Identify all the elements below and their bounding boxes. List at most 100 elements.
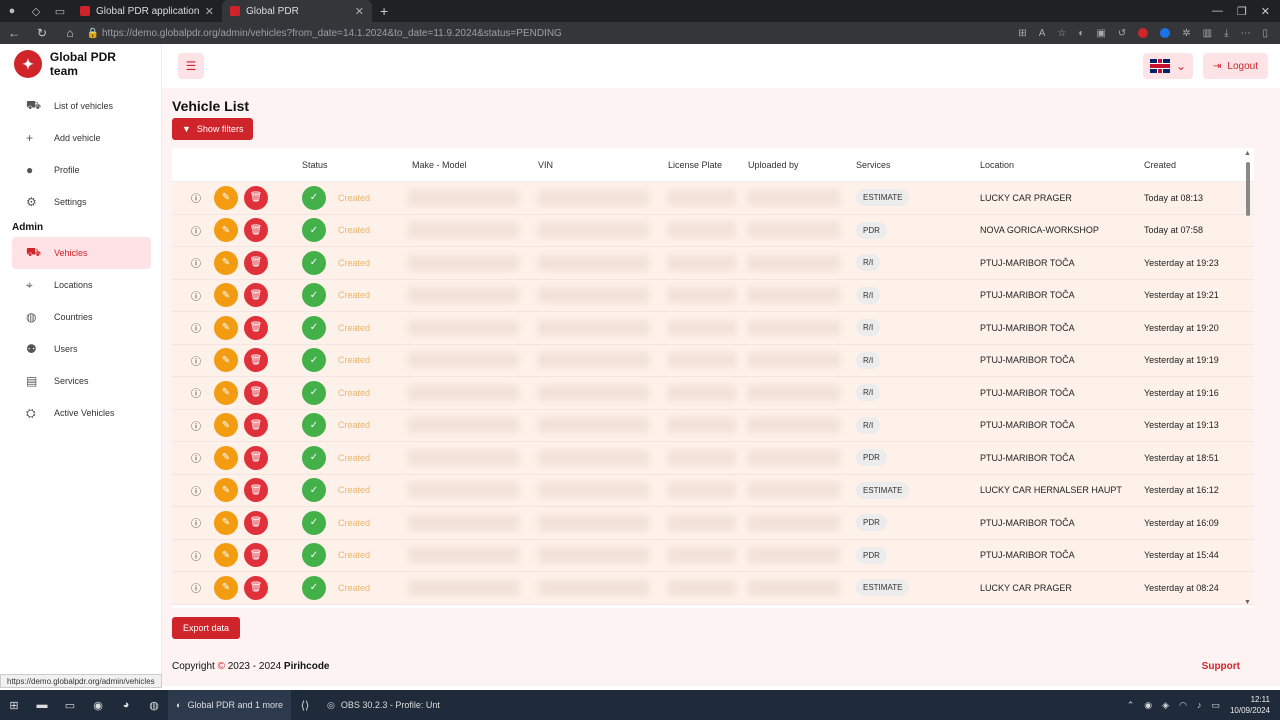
- sidebar-toggle-icon[interactable]: ▯: [1262, 28, 1268, 39]
- info-icon[interactable]: ⓘ: [184, 511, 208, 535]
- support-link[interactable]: Support: [1202, 661, 1240, 672]
- delete-trash-icon[interactable]: 🗑: [244, 283, 268, 308]
- show-filters-button[interactable]: ▼ Show filters: [172, 118, 254, 140]
- column-header-location[interactable]: Location: [980, 160, 1144, 170]
- check-icon[interactable]: ✓: [302, 445, 326, 470]
- app-icon[interactable]: ◍: [140, 690, 168, 720]
- check-icon[interactable]: ✓: [302, 543, 326, 568]
- check-icon[interactable]: ✓: [302, 348, 326, 373]
- sidebar-item-list-of-vehicles[interactable]: ⛟ List of vehicles: [12, 90, 151, 122]
- sidebar-item-active-vehicles[interactable]: ⛭ Active Vehicles: [12, 397, 151, 429]
- tab-actions-icon[interactable]: ▭: [48, 0, 72, 22]
- edit-pencil-icon[interactable]: ✎: [214, 218, 238, 243]
- sidebar-item-settings[interactable]: ⚙ Settings: [12, 186, 151, 218]
- profile-icon[interactable]: ●: [0, 0, 24, 22]
- column-header-make-model[interactable]: Make - Model: [408, 160, 538, 170]
- column-header-services[interactable]: Services: [856, 160, 980, 170]
- tray-chevron-icon[interactable]: ⌃: [1127, 700, 1135, 711]
- check-icon[interactable]: ✓: [302, 185, 326, 210]
- language-selector[interactable]: ⌄: [1143, 53, 1194, 79]
- windows-start-icon[interactable]: ⊞: [0, 690, 28, 720]
- sidebar-item-add-vehicle[interactable]: + Add vehicle: [12, 122, 151, 154]
- check-icon[interactable]: ✓: [302, 283, 326, 308]
- column-header-vin[interactable]: VIN: [538, 160, 668, 170]
- scroll-up-icon[interactable]: ▲: [1244, 150, 1251, 157]
- delete-trash-icon[interactable]: 🗑: [244, 478, 268, 503]
- delete-trash-icon[interactable]: 🗑: [244, 185, 268, 210]
- read-aloud-icon[interactable]: A: [1039, 28, 1046, 39]
- edit-pencil-icon[interactable]: ✎: [214, 575, 238, 600]
- edit-pencil-icon[interactable]: ✎: [214, 283, 238, 308]
- url-field[interactable]: https://demo.globalpdr.org/admin/vehicle…: [102, 28, 1018, 39]
- info-icon[interactable]: ⓘ: [184, 446, 208, 470]
- info-icon[interactable]: ⓘ: [184, 543, 208, 567]
- sidebar-item-countries[interactable]: ◍ Countries: [12, 301, 151, 333]
- column-header-uploaded-by[interactable]: Uploaded by: [748, 160, 856, 170]
- check-icon[interactable]: ✓: [302, 218, 326, 243]
- extension-icon[interactable]: [1160, 27, 1171, 38]
- table-scrollbar[interactable]: ▲ ▼: [1244, 148, 1252, 608]
- discord-icon[interactable]: ◕: [112, 690, 140, 720]
- home-icon[interactable]: ⌂: [56, 26, 84, 40]
- sidebar-item-users[interactable]: ⚉ Users: [12, 333, 151, 365]
- vscode-icon[interactable]: ⟨⟩: [291, 690, 319, 720]
- sidebar-item-locations[interactable]: ⌖ Locations: [12, 269, 151, 301]
- delete-trash-icon[interactable]: 🗑: [244, 543, 268, 568]
- edit-pencil-icon[interactable]: ✎: [214, 478, 238, 503]
- delete-trash-icon[interactable]: 🗑: [244, 218, 268, 243]
- info-icon[interactable]: ⓘ: [184, 413, 208, 437]
- sidebar-item-profile[interactable]: ● Profile: [12, 154, 151, 186]
- edit-pencil-icon[interactable]: ✎: [214, 250, 238, 275]
- check-icon[interactable]: ✓: [302, 413, 326, 438]
- info-icon[interactable]: ⓘ: [184, 186, 208, 210]
- check-icon[interactable]: ✓: [302, 315, 326, 340]
- info-icon[interactable]: ⓘ: [184, 218, 208, 242]
- taskbar-browser-app[interactable]: ◐ Global PDR and 1 more: [168, 690, 291, 720]
- maximize-icon[interactable]: ❐: [1237, 5, 1247, 18]
- tray-app-icon[interactable]: ◉: [1144, 700, 1152, 711]
- lock-icon[interactable]: 🔒: [84, 28, 102, 39]
- menu-toggle-icon[interactable]: ☰: [178, 53, 204, 79]
- close-window-icon[interactable]: ✕: [1261, 5, 1270, 18]
- check-icon[interactable]: ✓: [302, 575, 326, 600]
- refresh-icon[interactable]: ↻: [28, 26, 56, 40]
- check-icon[interactable]: ✓: [302, 250, 326, 275]
- column-header-status[interactable]: Status: [302, 160, 408, 170]
- chrome-icon[interactable]: ◉: [84, 690, 112, 720]
- file-explorer-icon[interactable]: ▬: [28, 690, 56, 720]
- back-icon[interactable]: ←: [0, 26, 28, 40]
- more-icon[interactable]: ⋯: [1240, 28, 1250, 39]
- terminal-icon[interactable]: ▭: [56, 690, 84, 720]
- delete-trash-icon[interactable]: 🗑: [244, 413, 268, 438]
- delete-trash-icon[interactable]: 🗑: [244, 315, 268, 340]
- wifi-icon[interactable]: ◠: [1179, 700, 1187, 711]
- battery-icon[interactable]: ▭: [1211, 700, 1220, 711]
- tray-app-icon[interactable]: ◈: [1162, 700, 1169, 711]
- logout-button[interactable]: ⇥ Logout: [1203, 53, 1268, 79]
- apps-icon[interactable]: ⊞: [1018, 28, 1026, 39]
- scroll-down-icon[interactable]: ▼: [1244, 599, 1251, 606]
- delete-trash-icon[interactable]: 🗑: [244, 380, 268, 405]
- info-icon[interactable]: ⓘ: [184, 348, 208, 372]
- scrollbar-thumb[interactable]: [1246, 162, 1250, 216]
- edit-pencil-icon[interactable]: ✎: [214, 380, 238, 405]
- edit-pencil-icon[interactable]: ✎: [214, 543, 238, 568]
- puzzle-icon[interactable]: ✲: [1182, 28, 1190, 39]
- new-tab-icon[interactable]: +: [372, 3, 396, 19]
- info-icon[interactable]: ⓘ: [184, 283, 208, 307]
- info-icon[interactable]: ⓘ: [184, 576, 208, 600]
- info-icon[interactable]: ⓘ: [184, 381, 208, 405]
- info-icon[interactable]: ⓘ: [184, 316, 208, 340]
- check-icon[interactable]: ✓: [302, 380, 326, 405]
- clock[interactable]: 12:11 10/09/2024: [1230, 694, 1270, 716]
- edit-pencil-icon[interactable]: ✎: [214, 413, 238, 438]
- taskbar-obs-app[interactable]: ◎ OBS 30.2.3 - Profile: Unt: [319, 690, 448, 720]
- volume-icon[interactable]: ♪: [1197, 700, 1202, 710]
- delete-trash-icon[interactable]: 🗑: [244, 575, 268, 600]
- column-header-license-plate[interactable]: License Plate: [668, 160, 748, 170]
- delete-trash-icon[interactable]: 🗑: [244, 250, 268, 275]
- check-icon[interactable]: ✓: [302, 510, 326, 535]
- info-icon[interactable]: ⓘ: [184, 251, 208, 275]
- split-screen-icon[interactable]: ▥: [1203, 28, 1212, 39]
- edit-pencil-icon[interactable]: ✎: [214, 315, 238, 340]
